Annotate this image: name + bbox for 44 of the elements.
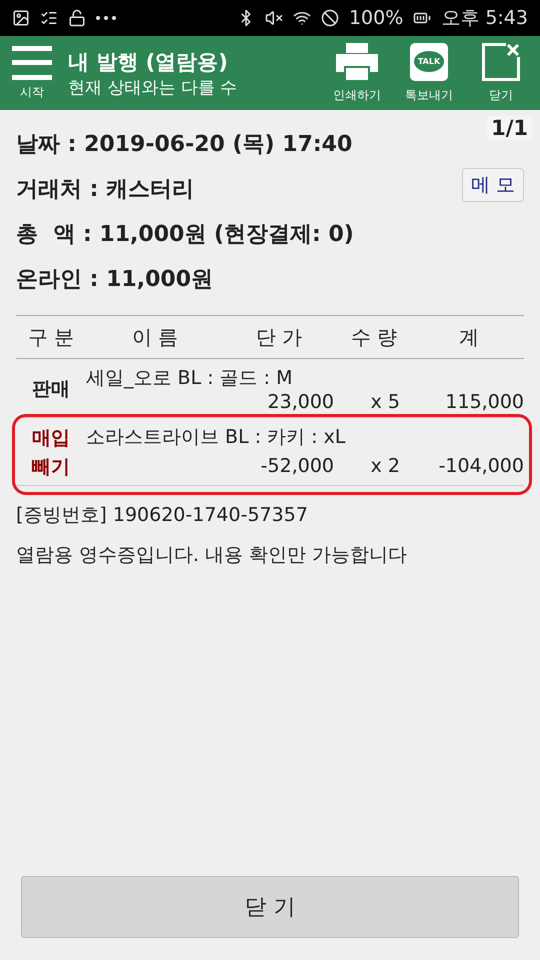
wifi-icon [292, 9, 311, 27]
checklist-icon [40, 9, 58, 27]
unit-price: 23,000 [266, 391, 334, 413]
info-line: 온라인 : 11,000원 [16, 266, 214, 294]
quantity: x 5 [370, 391, 401, 413]
line-total: -104,000 [438, 454, 524, 478]
column-header: 구 분 [26, 324, 76, 350]
page-indicator: 1/1 [487, 116, 532, 140]
row-type: 판매 [32, 376, 70, 402]
item-name: 소라스트라이브 BL : 카키 : xL [86, 425, 346, 450]
blocked-icon [320, 9, 339, 27]
info-line: 거래처 : 캐스터리 [16, 176, 194, 204]
image-icon [12, 9, 30, 27]
info-line: 총 액 : 11,000원 (현장결제: 0) [16, 220, 354, 248]
mute-icon [264, 9, 283, 27]
line-total: 115,000 [444, 391, 524, 413]
unit-price: -52,000 [260, 454, 334, 478]
clock: 오후 5:43 [441, 6, 528, 31]
more-icon [96, 16, 116, 20]
unlock-icon [68, 9, 86, 27]
row-type: 빼기 [32, 454, 70, 480]
toolbar-button[interactable]: 인쇄하기 [328, 42, 386, 104]
toolbar-button[interactable]: 닫기 [472, 42, 530, 104]
screen-subtitle: 현재 상태와는 다를 수 [68, 76, 238, 98]
notice-text: 열람용 영수증입니다. 내용 확인만 가능합니다 [16, 543, 408, 568]
close-button[interactable]: 닫 기 [21, 876, 519, 938]
column-header: 계 [458, 324, 480, 350]
item-name: 세일_오로 BL : 골드 : M [86, 366, 294, 391]
toolbar-button[interactable]: TALK 톡보내기 [400, 42, 458, 104]
screen-title: 내 발행 (열람용) [68, 48, 229, 76]
receipt-number: [증빙번호] 190620-1740-57357 [16, 503, 309, 528]
column-header: 이 름 [130, 324, 180, 350]
info-line: 날짜 : 2019-06-20 (목) 17:40 [16, 130, 352, 158]
chat-bubble-icon: TALK [410, 42, 448, 80]
battery-percent: 100% [348, 7, 404, 29]
memo-button[interactable]: 메 모 [462, 168, 524, 202]
row-type: 매입 [32, 426, 70, 451]
column-header: 수 량 [350, 324, 398, 350]
column-header: 단 가 [254, 324, 304, 350]
close-window-icon [482, 42, 520, 80]
menu-icon [12, 46, 52, 80]
printer-icon [336, 42, 378, 80]
menu-button[interactable]: 시작 [10, 46, 54, 100]
quantity: x 2 [370, 454, 401, 478]
